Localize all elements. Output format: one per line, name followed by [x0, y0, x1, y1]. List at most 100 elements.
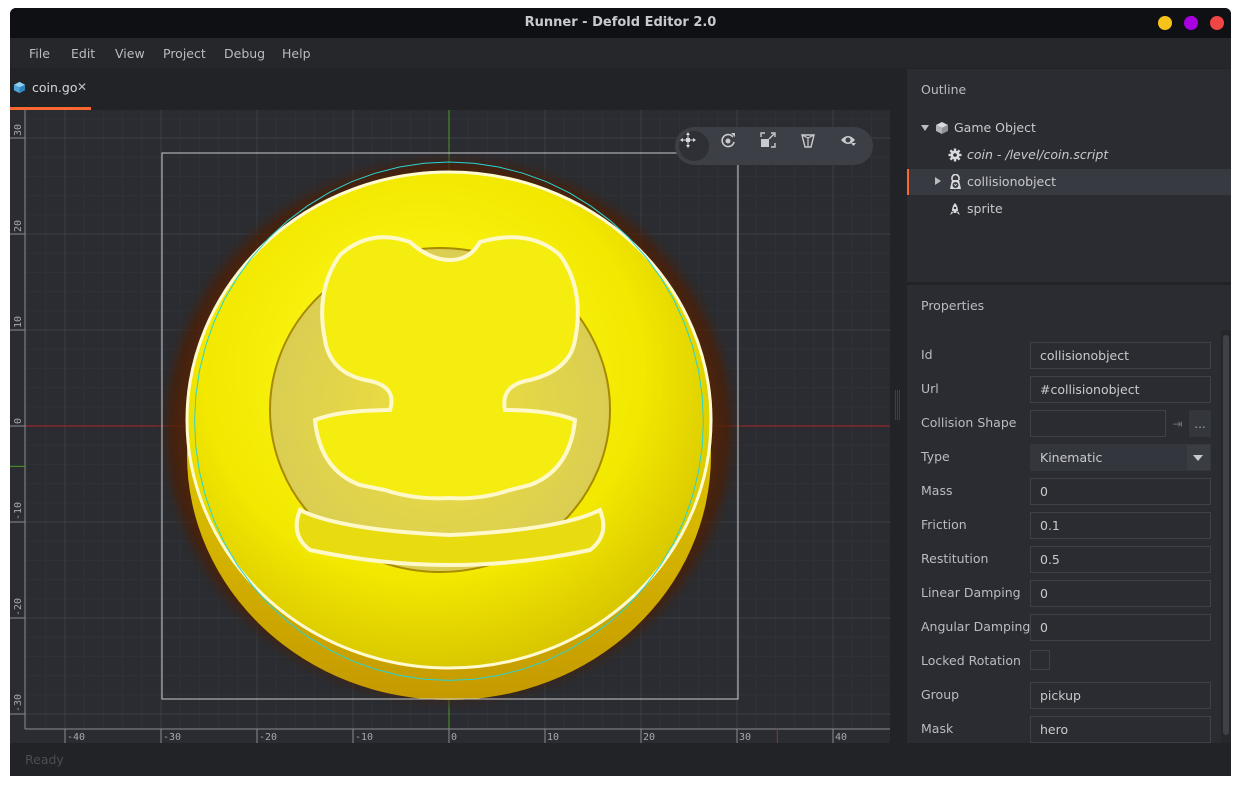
- x-ruler-label: -40: [67, 732, 85, 743]
- outline-panel: Outline Game Object coin - /level/coin.s…: [907, 69, 1231, 282]
- menu-file[interactable]: File: [29, 46, 50, 61]
- menu-view[interactable]: View: [115, 46, 145, 61]
- visibility-filter-button[interactable]: [839, 131, 869, 161]
- coin-emblem: [312, 235, 580, 501]
- restitution-field[interactable]: [1030, 546, 1211, 573]
- type-select[interactable]: Kinematic: [1030, 444, 1211, 471]
- scale-tool-button[interactable]: [759, 131, 789, 161]
- outline-item-label: collisionobject: [967, 174, 1057, 189]
- x-ruler-label: 40: [835, 732, 847, 743]
- x-ruler-label: 10: [547, 732, 559, 743]
- y-ruler-label: 20: [13, 220, 24, 232]
- menu-bar: File Edit View Project Debug Help: [10, 38, 1231, 68]
- scale-icon: [760, 132, 776, 148]
- outline-item-script[interactable]: coin - /level/coin.script: [907, 142, 1231, 168]
- splitter-grip[interactable]: [895, 390, 900, 420]
- angular-damping-field[interactable]: [1030, 614, 1211, 641]
- collision-object-icon: [950, 174, 961, 189]
- perspective-icon: [801, 134, 815, 148]
- y-ruler-label: 0: [13, 418, 24, 424]
- maximize-button[interactable]: [1184, 16, 1198, 30]
- collapsed-arrow-icon[interactable]: [935, 177, 941, 185]
- friction-field[interactable]: [1030, 512, 1211, 539]
- x-ruler-label: 30: [739, 732, 751, 743]
- move-tool-button[interactable]: [679, 131, 709, 161]
- rotate-tool-button[interactable]: [719, 131, 749, 161]
- editor-window: Runner - Defold Editor 2.0 File Edit Vie…: [10, 8, 1231, 776]
- jump-to-resource-icon[interactable]: ⇥: [1166, 410, 1189, 437]
- menu-edit[interactable]: Edit: [71, 46, 95, 61]
- gear-icon: [948, 148, 962, 162]
- y-ruler-label: -10: [13, 502, 24, 520]
- outline-item-collisionobject[interactable]: collisionobject: [907, 169, 1231, 195]
- collision-shape-field[interactable]: [1030, 410, 1166, 437]
- property-mass: Mass: [907, 478, 1231, 506]
- chevron-down-icon[interactable]: [1187, 445, 1210, 470]
- outline-item-label: sprite: [967, 201, 1003, 216]
- window-title: Runner - Defold Editor 2.0: [524, 15, 717, 30]
- menu-help[interactable]: Help: [282, 46, 311, 61]
- panel-splitter[interactable]: [890, 68, 907, 743]
- status-text: Ready: [25, 752, 64, 767]
- group-field[interactable]: [1030, 682, 1211, 709]
- bottom-ruler: [10, 729, 890, 743]
- move-icon: [680, 132, 696, 148]
- scene-viewport[interactable]: -40 -30 -20 -10 0 10 20 30 40 30 20 10 0 -10 -20 -30: [10, 110, 890, 743]
- perspective-toggle-button[interactable]: [799, 131, 829, 161]
- x-ruler-label: -10: [355, 732, 373, 743]
- sprite-icon: [950, 203, 960, 215]
- tab-coin-go[interactable]: coin.go ✕: [10, 68, 91, 110]
- outline-item-label: Game Object: [954, 120, 1036, 135]
- y-ruler-label: 10: [13, 316, 24, 328]
- close-button[interactable]: [1210, 16, 1224, 30]
- status-bar: Ready: [10, 743, 1231, 776]
- x-ruler-label: 20: [643, 732, 655, 743]
- property-label: Friction: [921, 517, 967, 532]
- y-ruler-label: -20: [13, 598, 24, 616]
- outline-item-label: coin - /level/coin.script: [967, 147, 1109, 162]
- property-label: Locked Rotation: [921, 653, 1021, 668]
- property-linear-damping: Linear Damping: [907, 580, 1231, 608]
- property-url: Url: [907, 376, 1231, 404]
- property-label: Url: [921, 381, 939, 396]
- browse-resource-button[interactable]: ...: [1189, 410, 1211, 437]
- property-label: Id: [921, 347, 933, 362]
- property-collision-shape: Collision Shape ⇥ ...: [907, 410, 1231, 438]
- linear-damping-field[interactable]: [1030, 580, 1211, 607]
- expanded-arrow-icon[interactable]: [921, 125, 929, 131]
- properties-scrollbar[interactable]: [1221, 330, 1231, 743]
- minimize-button[interactable]: [1158, 16, 1172, 30]
- y-ruler-label: -30: [13, 694, 24, 712]
- rotate-icon: [721, 133, 735, 148]
- locked-rotation-checkbox[interactable]: [1030, 650, 1050, 670]
- game-object-icon: [13, 81, 26, 94]
- url-field[interactable]: [1030, 376, 1211, 403]
- coin-sprite[interactable]: [153, 148, 745, 712]
- properties-title: Properties: [921, 298, 985, 313]
- scene-canvas[interactable]: -40 -30 -20 -10 0 10 20 30 40 30 20 10 0 -10 -20 -30: [10, 110, 890, 743]
- outline-item-game-object[interactable]: Game Object: [907, 115, 1231, 141]
- property-group: Group: [907, 682, 1231, 710]
- mass-field[interactable]: [1030, 478, 1211, 505]
- property-label: Linear Damping: [921, 585, 1021, 600]
- menu-project[interactable]: Project: [163, 46, 206, 61]
- property-label: Angular Damping: [921, 619, 1031, 634]
- viewport-toolbar: [675, 127, 873, 165]
- property-id: Id: [907, 342, 1231, 370]
- property-label: Collision Shape: [921, 415, 1017, 430]
- outline-title: Outline: [921, 82, 967, 97]
- outline-item-sprite[interactable]: sprite: [907, 196, 1231, 222]
- mask-field[interactable]: [1030, 716, 1211, 743]
- title-bar: Runner - Defold Editor 2.0: [10, 8, 1231, 38]
- property-locked-rotation: Locked Rotation: [907, 648, 1231, 676]
- property-type: Type Kinematic: [907, 444, 1231, 472]
- close-tab-icon[interactable]: ✕: [77, 80, 87, 94]
- scrollbar-thumb[interactable]: [1223, 335, 1229, 735]
- menu-debug[interactable]: Debug: [224, 46, 265, 61]
- id-field[interactable]: [1030, 342, 1211, 369]
- property-label: Group: [921, 687, 960, 702]
- property-label: Type: [921, 449, 950, 464]
- property-label: Mass: [921, 483, 953, 498]
- type-select-value: Kinematic: [1040, 450, 1103, 465]
- x-ruler-label: -20: [259, 732, 277, 743]
